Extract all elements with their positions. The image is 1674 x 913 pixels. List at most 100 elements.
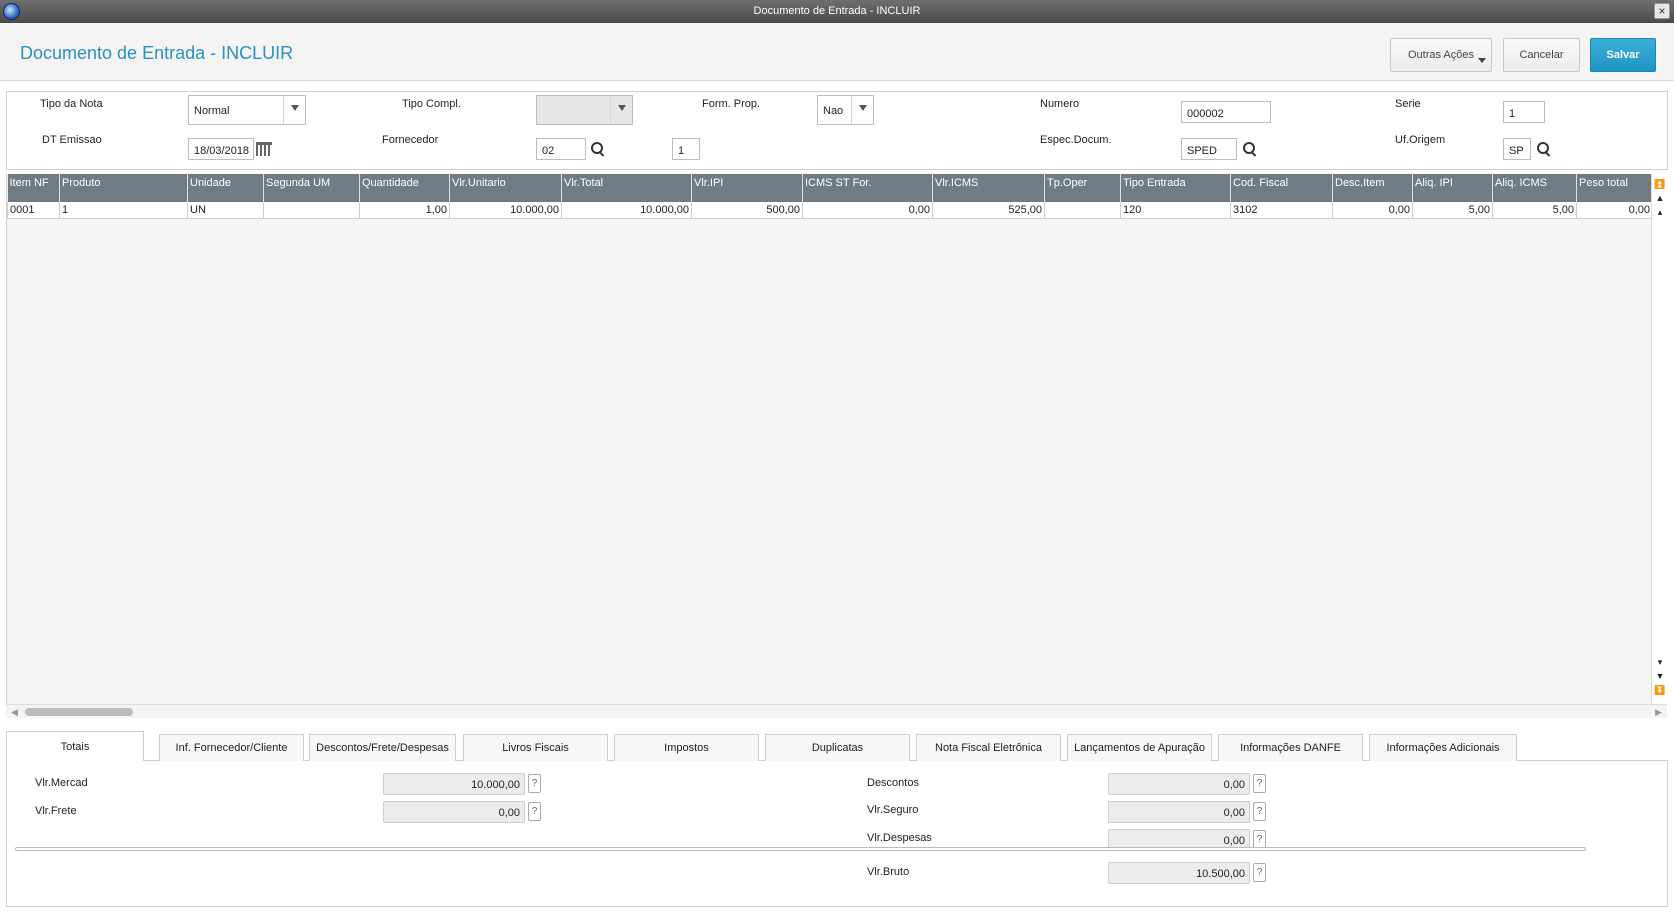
- column-header[interactable]: Item NF: [7, 174, 60, 202]
- tab-inf-fornecedor[interactable]: Inf. Fornecedor/Cliente: [159, 734, 304, 761]
- table-cell[interactable]: 0,00: [802, 202, 933, 219]
- table-cell[interactable]: 0,00: [1576, 202, 1653, 219]
- scroll-up-icon[interactable]: ▴: [1654, 206, 1666, 218]
- espec-docum-input[interactable]: SPED: [1181, 138, 1237, 160]
- table-cell[interactable]: 525,00: [932, 202, 1045, 219]
- fornecedor-code-input[interactable]: 02: [536, 138, 586, 160]
- vlr-mercad-value[interactable]: 10.000,00: [383, 773, 525, 795]
- column-header[interactable]: Aliq. ICMS: [1492, 174, 1577, 202]
- vlr-frete-value[interactable]: 0,00: [383, 801, 525, 823]
- table-cell[interactable]: 0,00: [1332, 202, 1413, 219]
- tipo-nota-select[interactable]: Normal: [188, 95, 306, 125]
- tab-livros-fiscais[interactable]: Livros Fiscais: [463, 734, 608, 761]
- tab-totais[interactable]: Totais: [6, 731, 144, 762]
- vlr-despesas-label: Vlr.Despesas: [867, 832, 932, 844]
- column-header[interactable]: Produto: [59, 174, 188, 202]
- search-icon[interactable]: [1537, 142, 1551, 156]
- tab-duplicatas[interactable]: Duplicatas: [765, 734, 910, 761]
- chevron-down-icon[interactable]: [610, 96, 632, 124]
- form-prop-select[interactable]: Nao: [817, 95, 874, 125]
- table-cell[interactable]: [1044, 202, 1121, 219]
- table-cell[interactable]: 1,00: [359, 202, 450, 219]
- help-icon[interactable]: ?: [528, 774, 541, 793]
- table-cell[interactable]: [263, 202, 360, 219]
- scroll-bottom-icon[interactable]: ⏬: [1654, 684, 1666, 696]
- column-header[interactable]: Tipo Entrada: [1120, 174, 1231, 202]
- chevron-down-icon[interactable]: [283, 96, 305, 124]
- save-button[interactable]: Salvar: [1590, 38, 1656, 72]
- descontos-value[interactable]: 0,00: [1108, 773, 1250, 795]
- search-icon[interactable]: [591, 142, 605, 156]
- help-icon[interactable]: ?: [1253, 863, 1266, 882]
- column-header[interactable]: Cod. Fiscal: [1230, 174, 1333, 202]
- form-prop-value: Nao: [823, 105, 844, 117]
- vlr-bruto-value[interactable]: 10.500,00: [1108, 862, 1250, 884]
- tab-informacoes-adicionais[interactable]: Informações Adicionais: [1369, 734, 1517, 761]
- tipo-nota-value: Normal: [194, 105, 230, 117]
- tab-descontos-frete[interactable]: Descontos/Frete/Despesas: [309, 734, 456, 761]
- scroll-page-up-icon[interactable]: ▲: [1654, 192, 1666, 204]
- column-header[interactable]: Quantidade: [359, 174, 450, 202]
- page-title: Documento de Entrada - INCLUIR: [20, 43, 294, 63]
- numero-input[interactable]: 000002: [1181, 101, 1271, 123]
- table-cell[interactable]: 5,00: [1492, 202, 1577, 219]
- table-cell[interactable]: 3102: [1230, 202, 1333, 219]
- help-icon[interactable]: ?: [1253, 802, 1266, 821]
- grid-vertical-scrollbar[interactable]: ⏫ ▲ ▴ ▾ ▼ ⏬: [1651, 174, 1667, 704]
- window-title: Documento de Entrada - INCLUIR: [753, 5, 921, 17]
- table-row[interactable]: 0001 1 UN 1,00 10.000,00 10.000,00 500,00 0,00 5…: [7, 202, 1653, 219]
- page-header: Documento de Entrada - INCLUIR Outras Aç…: [0, 23, 1674, 81]
- table-cell[interactable]: 120: [1120, 202, 1231, 219]
- scroll-right-icon[interactable]: ▶: [1655, 707, 1662, 718]
- column-header[interactable]: Vlr.IPI: [691, 174, 803, 202]
- column-header[interactable]: Unidade: [187, 174, 264, 202]
- uf-origem-input[interactable]: SP: [1503, 138, 1531, 160]
- vlr-seguro-value[interactable]: 0,00: [1108, 801, 1250, 823]
- table-cell[interactable]: 500,00: [691, 202, 803, 219]
- table-cell[interactable]: 10.000,00: [449, 202, 562, 219]
- dt-emissao-input[interactable]: 18/03/2018: [188, 138, 254, 160]
- column-header[interactable]: Desc.Item: [1332, 174, 1413, 202]
- grid-horizontal-scrollbar[interactable]: ◀ ▶: [6, 704, 1667, 718]
- scroll-down-icon[interactable]: ▾: [1654, 656, 1666, 668]
- tipo-compl-select[interactable]: [536, 95, 633, 125]
- close-icon[interactable]: ×: [1654, 3, 1670, 19]
- column-header[interactable]: Segunda UM: [263, 174, 360, 202]
- table-cell[interactable]: 10.000,00: [561, 202, 692, 219]
- serie-input[interactable]: 1: [1503, 101, 1545, 123]
- tab-informacoes-danfe[interactable]: Informações DANFE: [1218, 734, 1363, 761]
- chevron-down-icon[interactable]: [851, 96, 873, 124]
- more-actions-label: Outras Ações: [1407, 49, 1475, 61]
- column-header[interactable]: Vlr.Total: [561, 174, 692, 202]
- window-titlebar: Documento de Entrada - INCLUIR ×: [0, 0, 1674, 23]
- more-actions-button[interactable]: Outras Ações: [1390, 38, 1492, 72]
- tab-lancamentos-apuracao[interactable]: Lançamentos de Apuração: [1067, 734, 1212, 761]
- cancel-button[interactable]: Cancelar: [1503, 38, 1580, 72]
- column-header[interactable]: ICMS ST For.: [802, 174, 933, 202]
- column-header[interactable]: Aliq. IPI: [1412, 174, 1493, 202]
- table-cell[interactable]: UN: [187, 202, 264, 219]
- chevron-down-icon: [1478, 58, 1486, 63]
- fornecedor-loja-input[interactable]: 1: [672, 138, 700, 160]
- column-header[interactable]: Tp.Oper: [1044, 174, 1121, 202]
- help-icon[interactable]: ?: [1253, 774, 1266, 793]
- search-icon[interactable]: [1243, 142, 1257, 156]
- scroll-page-down-icon[interactable]: ▼: [1654, 670, 1666, 682]
- totais-panel: Vlr.Mercad 10.000,00 ? Vlr.Frete 0,00 ? …: [6, 761, 1668, 907]
- horizontal-scroll-thumb[interactable]: [25, 708, 133, 716]
- table-cell[interactable]: 5,00: [1412, 202, 1493, 219]
- fornecedor-label: Fornecedor: [382, 134, 439, 146]
- espec-docum-label: Espec.Docum.: [1040, 134, 1112, 146]
- items-table: Item NF Produto Unidade Segunda UM Quantidad…: [7, 174, 1653, 219]
- tab-nota-fiscal-eletronica[interactable]: Nota Fiscal Eletrônica: [916, 734, 1061, 761]
- scroll-top-icon[interactable]: ⏫: [1654, 178, 1666, 190]
- column-header[interactable]: Vlr.Unitario: [449, 174, 562, 202]
- column-header[interactable]: Vlr.ICMS: [932, 174, 1045, 202]
- help-icon[interactable]: ?: [528, 802, 541, 821]
- tab-impostos[interactable]: Impostos: [614, 734, 759, 761]
- column-header[interactable]: Peso total: [1576, 174, 1653, 202]
- calendar-icon[interactable]: [256, 142, 272, 156]
- table-cell[interactable]: 0001: [7, 202, 60, 219]
- scroll-left-icon[interactable]: ◀: [11, 707, 18, 718]
- table-cell[interactable]: 1: [59, 202, 188, 219]
